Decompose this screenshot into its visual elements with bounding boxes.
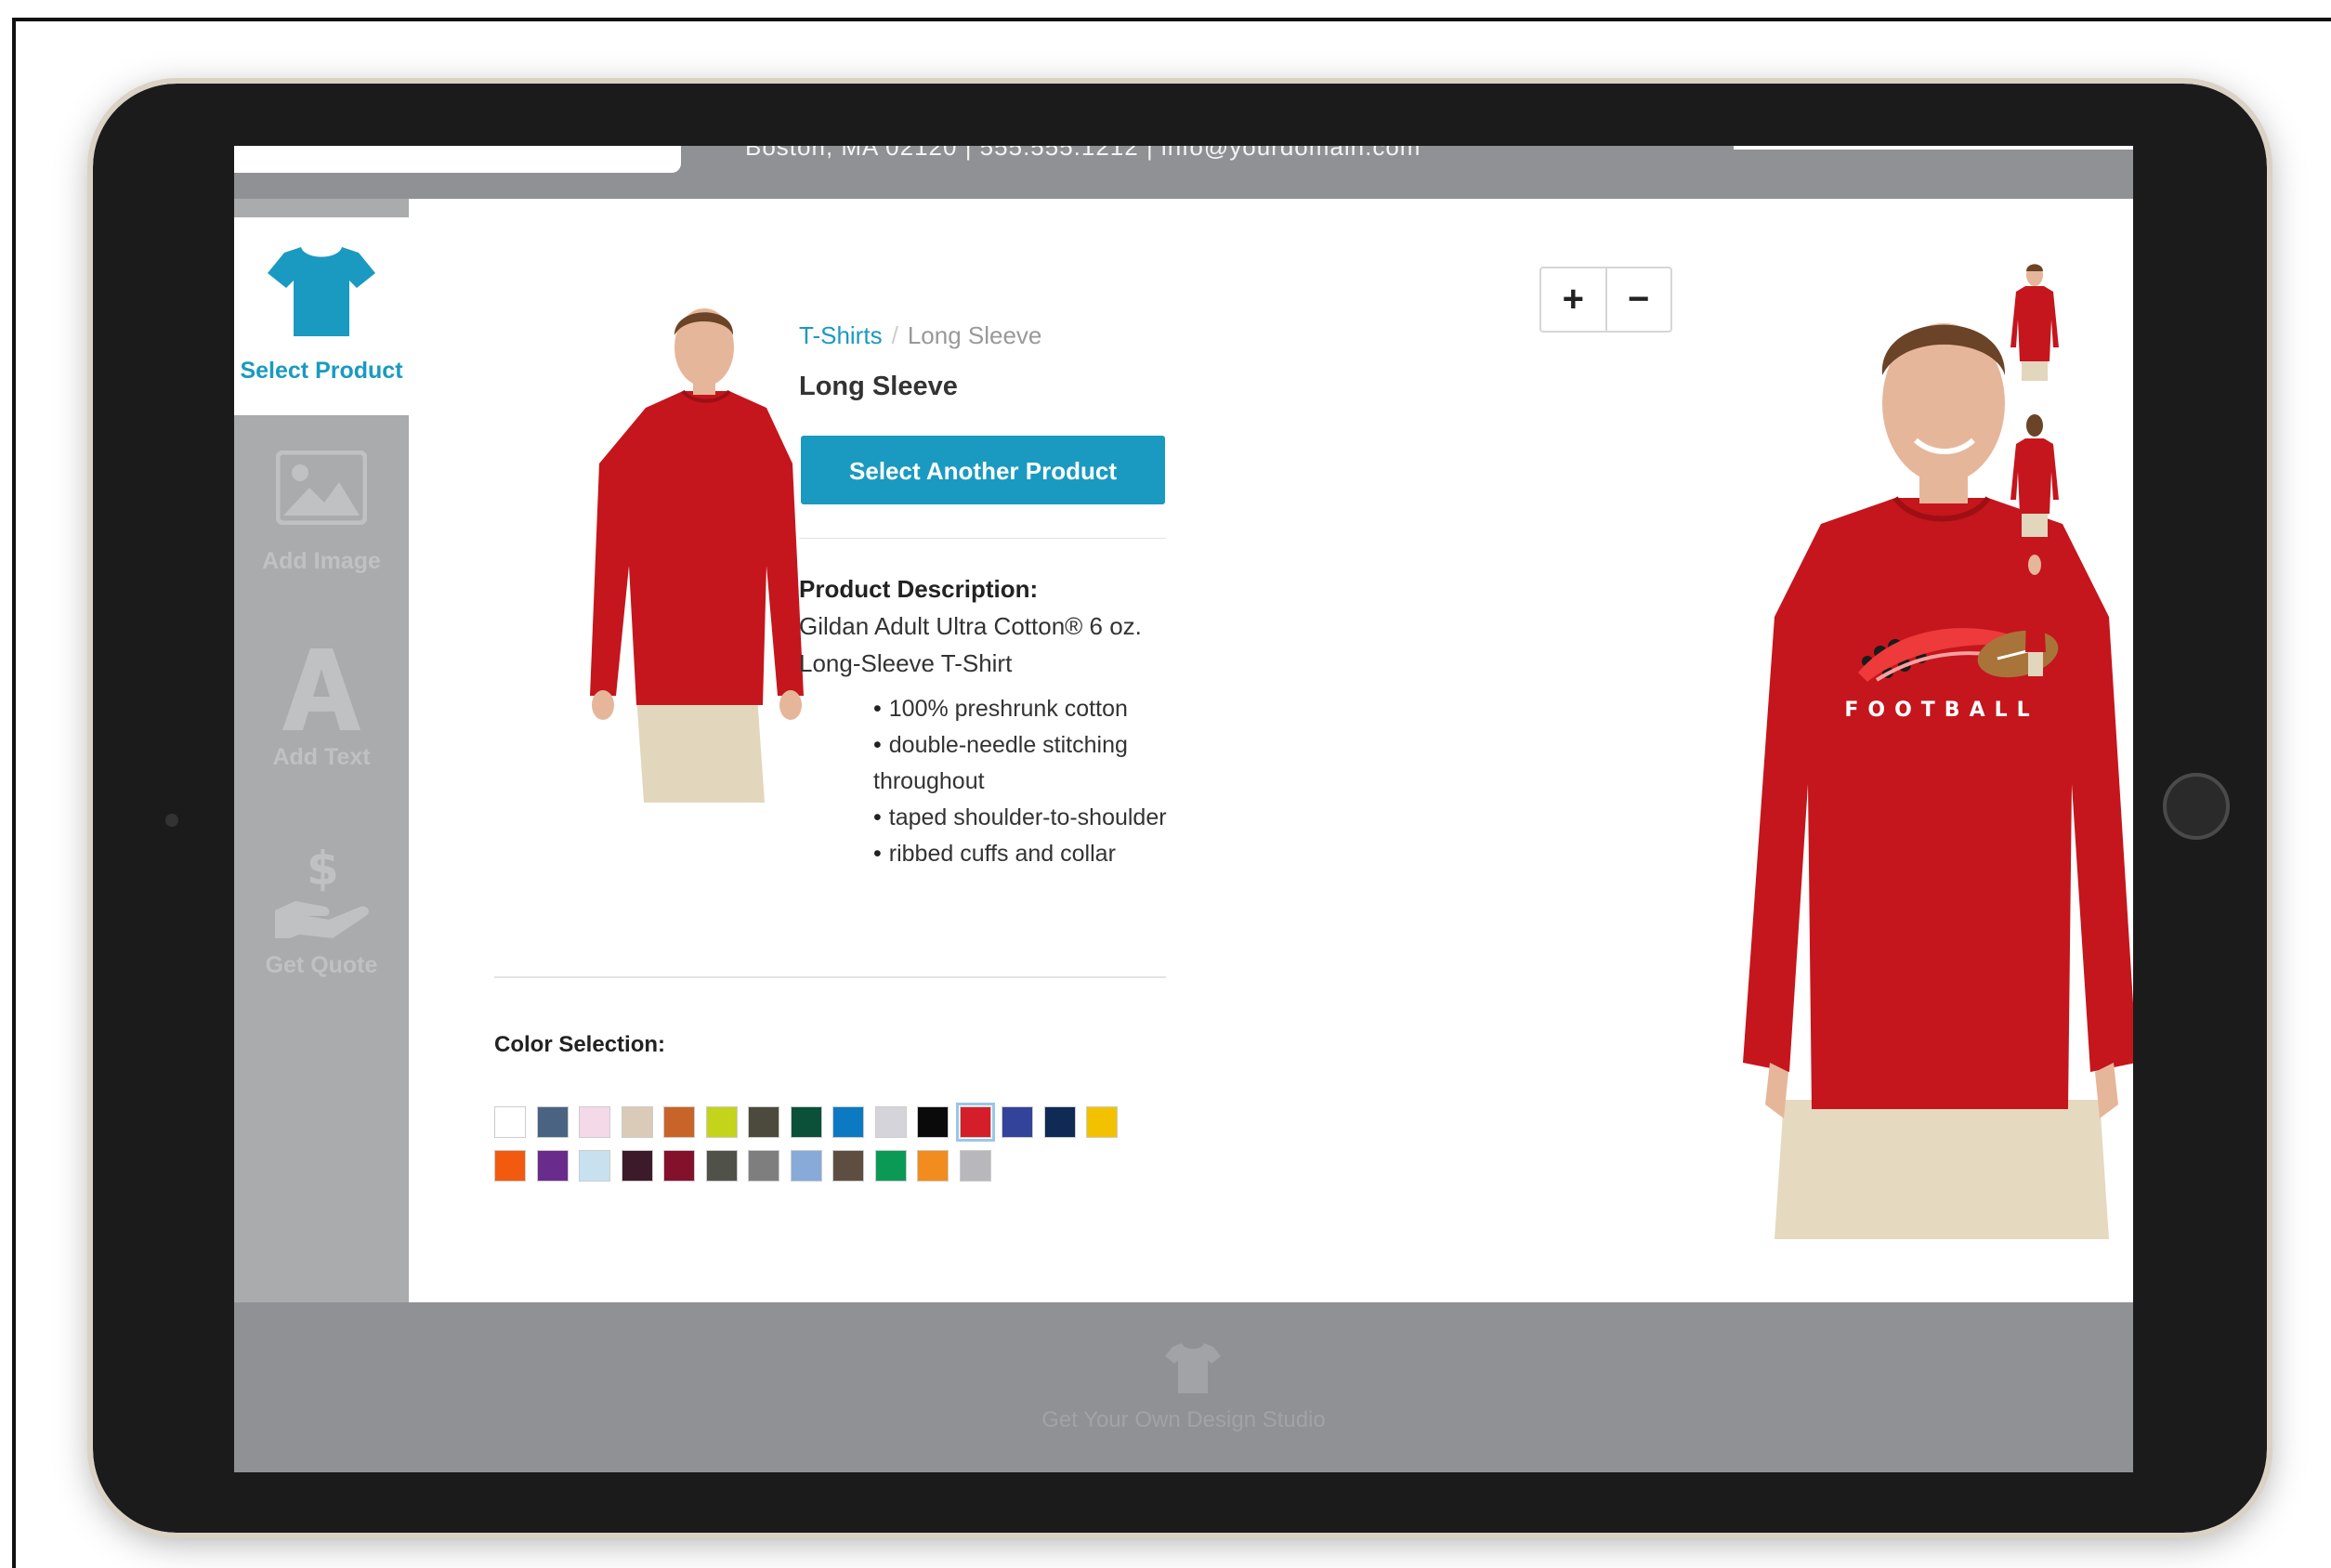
product-description: Gildan Adult Ultra Cotton® 6 oz. Long-Sl… — [799, 612, 1142, 677]
color-swatch[interactable] — [959, 1150, 991, 1182]
view-thumb-back[interactable] — [1997, 398, 2072, 546]
select-another-product-button[interactable]: Select Another Product — [801, 436, 1165, 504]
list-item: double-needle stitching throughout — [873, 727, 1180, 800]
color-swatch[interactable] — [705, 1150, 738, 1182]
list-item: ribbed cuffs and collar — [873, 836, 1180, 872]
view-thumb-side[interactable] — [1997, 550, 2072, 680]
nav-underline — [1734, 146, 2133, 150]
image-icon — [276, 451, 367, 525]
list-item: 100% preshrunk cotton — [873, 691, 1180, 727]
footer: Get Your Own Design Studio — [234, 1302, 2133, 1472]
color-swatch[interactable] — [1002, 1106, 1033, 1138]
color-swatch[interactable] — [790, 1150, 822, 1182]
view-thumbnails — [1997, 255, 2072, 684]
color-swatch[interactable] — [494, 1150, 526, 1182]
product-thumbnail — [590, 308, 804, 803]
color-swatch[interactable] — [955, 1103, 995, 1142]
color-swatch[interactable] — [917, 1150, 949, 1182]
breadcrumb: T-Shirts / Long Sleeve — [799, 321, 1041, 350]
color-swatch[interactable] — [536, 1106, 569, 1138]
main-panel: T-Shirts / Long Sleeve Long Sleeve Select … — [409, 199, 2133, 1302]
feature-list: 100% preshrunk cotton double-needle stit… — [873, 691, 1180, 872]
footer-text: Get Your Own Design Studio — [1041, 1407, 1326, 1432]
tool-sidebar: Select Product Add Image Add Text $ Get … — [234, 217, 409, 1302]
color-swatch[interactable] — [748, 1150, 779, 1182]
sidebar-item-add-image[interactable]: Add Image — [234, 415, 409, 613]
sidebar-item-label: Select Product — [240, 358, 403, 384]
color-swatch[interactable] — [832, 1150, 864, 1182]
color-swatch[interactable] — [579, 1150, 610, 1182]
tshirt-icon — [1165, 1343, 1221, 1393]
sidebar-item-label: Add Text — [272, 744, 371, 770]
sidebar-item-label: Get Quote — [265, 952, 378, 978]
color-swatch[interactable] — [874, 1150, 907, 1182]
color-swatch[interactable] — [579, 1106, 610, 1138]
color-swatch[interactable] — [790, 1106, 822, 1138]
sidebar-item-label: Add Image — [262, 548, 381, 574]
color-swatch[interactable] — [874, 1106, 907, 1138]
color-swatch[interactable] — [705, 1106, 738, 1138]
zoom-in-button[interactable]: + — [1541, 268, 1605, 331]
contact-info: Boston, MA 02120 | 555.555.1212 | info@y… — [745, 146, 1421, 161]
text-a-icon — [282, 648, 360, 730]
color-swatch[interactable] — [494, 1106, 526, 1138]
view-thumb-front[interactable] — [1997, 255, 2072, 385]
zoom-out-button[interactable]: − — [1604, 268, 1671, 331]
color-selection-heading: Color Selection: — [494, 1032, 666, 1057]
color-swatch[interactable] — [536, 1150, 569, 1182]
sidebar-item-add-text[interactable]: Add Text — [234, 613, 409, 808]
app-screen: Boston, MA 02120 | 555.555.1212 | info@y… — [234, 146, 2133, 1472]
color-swatch[interactable] — [621, 1106, 653, 1138]
sidebar-item-select-product[interactable]: Select Product — [234, 217, 409, 415]
home-button[interactable] — [2163, 773, 2230, 840]
zoom-controls: + − — [1539, 267, 1672, 333]
description-heading: Product Description: — [799, 575, 1039, 603]
color-swatch[interactable] — [663, 1106, 695, 1138]
graphic-text: FOOTBALL — [1844, 699, 2038, 722]
color-swatch[interactable] — [621, 1150, 653, 1182]
color-swatch[interactable] — [663, 1150, 695, 1182]
divider — [799, 538, 1166, 539]
color-swatch[interactable] — [917, 1106, 949, 1138]
tshirt-icon — [268, 247, 375, 336]
product-title: Long Sleeve — [799, 372, 958, 401]
camera-icon — [165, 814, 178, 827]
color-swatch[interactable] — [1043, 1106, 1076, 1138]
list-item: taped shoulder-to-shoulder — [873, 800, 1180, 836]
sidebar-item-get-quote[interactable]: $ Get Quote — [234, 808, 409, 1013]
logo-area — [234, 146, 681, 173]
dollar-hand-icon: $ — [275, 842, 369, 938]
breadcrumb-separator: / — [891, 321, 898, 349]
color-swatch[interactable] — [832, 1106, 864, 1138]
top-bar: Boston, MA 02120 | 555.555.1212 | info@y… — [234, 146, 2133, 199]
breadcrumb-current: Long Sleeve — [907, 321, 1042, 349]
divider — [494, 976, 1166, 978]
color-swatch[interactable] — [748, 1106, 779, 1138]
tablet-device: Boston, MA 02120 | 555.555.1212 | info@y… — [87, 78, 2272, 1538]
breadcrumb-link-tshirts[interactable]: T-Shirts — [799, 321, 883, 349]
sidebar-cap — [234, 199, 409, 217]
svg-text:$: $ — [307, 842, 339, 895]
color-swatch[interactable] — [1086, 1106, 1118, 1138]
